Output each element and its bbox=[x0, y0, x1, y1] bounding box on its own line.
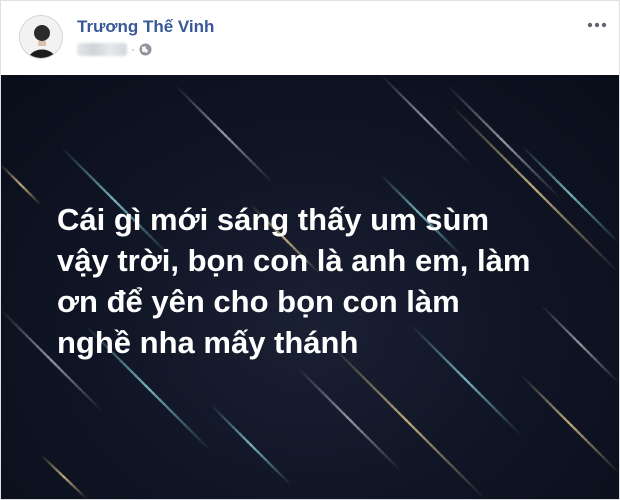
post-meta: · bbox=[77, 41, 152, 57]
post-header: Trương Thế Vinh · bbox=[1, 1, 619, 75]
facebook-post: Trương Thế Vinh · Cái gì mới sáng thấy u… bbox=[0, 0, 620, 500]
author-name-link[interactable]: Trương Thế Vinh bbox=[77, 17, 214, 37]
more-options-icon bbox=[587, 22, 607, 28]
author-avatar[interactable] bbox=[19, 15, 63, 59]
post-background-card: Cái gì mới sáng thấy um sùm vậy trời, bọ… bbox=[1, 75, 619, 499]
globe-icon[interactable] bbox=[139, 43, 152, 56]
more-options-button[interactable] bbox=[585, 15, 609, 35]
avatar-image bbox=[20, 16, 62, 58]
meta-separator: · bbox=[131, 42, 135, 56]
status-text: Cái gì mới sáng thấy um sùm vậy trời, bọ… bbox=[57, 202, 531, 360]
blurred-timestamp[interactable] bbox=[77, 42, 127, 56]
